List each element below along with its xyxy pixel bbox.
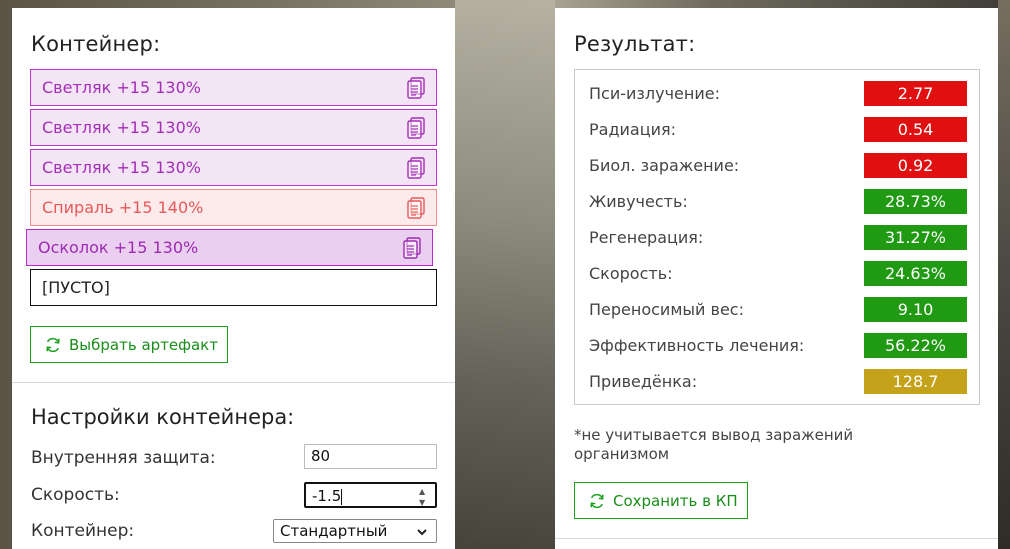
result-label: Пси-излучение: — [589, 84, 720, 103]
inner-protection-value: 80 — [311, 447, 331, 465]
artifact-slot-label: [ПУСТО] — [42, 278, 110, 297]
result-row: Приведёнка: 128.7 — [575, 363, 979, 399]
inner-protection-input[interactable]: 80 — [304, 444, 437, 469]
speed-value: -1.5 — [312, 487, 342, 505]
result-value-badge: 24.63% — [864, 261, 967, 286]
artifact-slot-label: Светляк +15 130% — [42, 158, 201, 177]
result-row: Регенерация: 31.27% — [575, 219, 979, 255]
result-value-badge: 128.7 — [864, 369, 967, 394]
choose-artifact-button[interactable]: Выбрать артефакт — [30, 326, 228, 363]
result-label: Живучесть: — [589, 192, 688, 211]
result-row: Радиация: 0.54 — [575, 111, 979, 147]
result-label: Скорость: — [589, 264, 673, 283]
container-type-label: Контейнер: — [31, 521, 135, 541]
container-title: Контейнер: — [31, 32, 161, 56]
inner-protection-label: Внутренняя защита: — [31, 448, 216, 468]
save-to-kp-label: Сохранить в КП — [613, 491, 738, 510]
section-divider — [555, 538, 998, 539]
result-label: Переносимый вес: — [589, 300, 744, 319]
artifact-slot-3[interactable]: Светляк +15 130% — [30, 149, 437, 186]
refresh-icon — [590, 493, 604, 508]
document-copy-icon[interactable] — [405, 76, 427, 99]
result-row: Скорость: 24.63% — [575, 255, 979, 291]
result-value-badge: 0.54 — [864, 117, 967, 142]
container-type-value: Стандартный — [280, 522, 388, 540]
artifact-slot-6[interactable]: [ПУСТО] — [30, 269, 437, 306]
document-copy-icon[interactable] — [405, 156, 427, 179]
result-value-badge: 9.10 — [864, 297, 967, 322]
document-copy-icon[interactable] — [405, 196, 427, 219]
save-to-kp-button[interactable]: Сохранить в КП — [574, 482, 748, 519]
result-row: Переносимый вес: 9.10 — [575, 291, 979, 327]
result-label: Приведёнка: — [589, 372, 698, 391]
result-row: Биол. заражение: 0.92 — [575, 147, 979, 183]
result-label: Регенерация: — [589, 228, 704, 247]
result-title: Результат: — [574, 32, 696, 56]
background-scenery — [455, 0, 555, 549]
result-table: Пси-излучение: 2.77 Радиация: 0.54 Биол.… — [574, 69, 980, 405]
artifact-slot-label: Светляк +15 130% — [42, 118, 201, 137]
choose-artifact-label: Выбрать артефакт — [69, 335, 218, 354]
result-value-badge: 28.73% — [864, 189, 967, 214]
background-scenery-right — [998, 0, 1010, 549]
artifact-slot-2[interactable]: Светляк +15 130% — [30, 109, 437, 146]
settings-title: Настройки контейнера: — [31, 405, 295, 429]
result-row: Пси-излучение: 2.77 — [575, 75, 979, 111]
artifact-slot-4[interactable]: Спираль +15 140% — [30, 189, 437, 226]
result-value-badge: 56.22% — [864, 333, 967, 358]
refresh-icon — [46, 337, 60, 352]
container-panel: Контейнер: Светляк +15 130% Светляк +15 … — [12, 8, 455, 549]
artifact-slot-label: Осколок +15 130% — [38, 238, 199, 257]
container-type-select[interactable]: Стандартный — [273, 519, 437, 543]
speed-input[interactable]: -1.5 ▲ ▼ — [304, 482, 437, 508]
speed-label: Скорость: — [31, 485, 120, 505]
result-value-badge: 31.27% — [864, 225, 967, 250]
result-row: Эффективность лечения: 56.22% — [575, 327, 979, 363]
result-label: Эффективность лечения: — [589, 336, 805, 355]
result-panel: Результат: Пси-излучение: 2.77 Радиация:… — [555, 8, 998, 549]
document-copy-icon[interactable] — [405, 116, 427, 139]
infection-note: *не учитывается вывод заражений организм… — [574, 426, 854, 463]
chevron-down-icon — [416, 524, 428, 546]
spinner-arrows-icon[interactable]: ▲ ▼ — [419, 487, 429, 507]
result-value-badge: 0.92 — [864, 153, 967, 178]
artifact-slot-5[interactable]: Осколок +15 130% — [26, 229, 433, 266]
artifact-slot-label: Светляк +15 130% — [42, 78, 201, 97]
result-label: Радиация: — [589, 120, 677, 139]
result-label: Биол. заражение: — [589, 156, 740, 175]
artifact-slot-1[interactable]: Светляк +15 130% — [30, 69, 437, 106]
result-row: Живучесть: 28.73% — [575, 183, 979, 219]
document-copy-icon[interactable] — [401, 236, 423, 259]
section-divider — [12, 382, 455, 383]
artifact-slot-label: Спираль +15 140% — [42, 198, 204, 217]
result-value-badge: 2.77 — [864, 81, 967, 106]
